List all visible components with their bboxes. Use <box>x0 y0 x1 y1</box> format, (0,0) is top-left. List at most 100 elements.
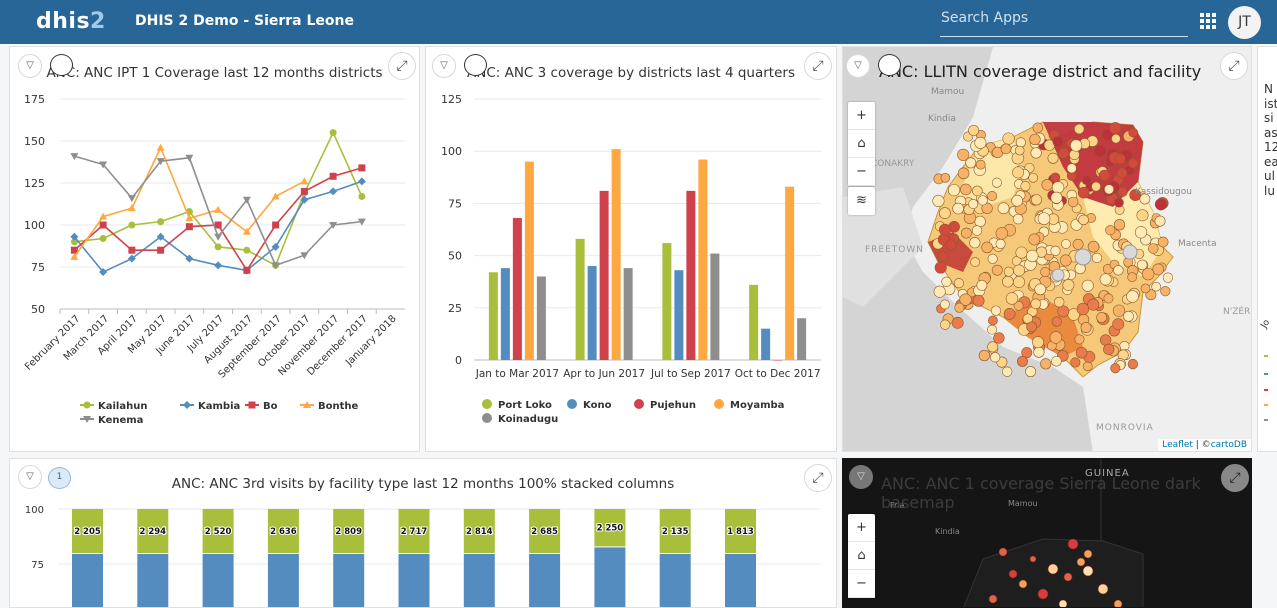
search-apps-input[interactable]: Search Apps <box>940 10 1188 37</box>
facility-point <box>987 191 998 202</box>
apps-grid-icon[interactable] <box>1200 13 1216 29</box>
y-tick-label: 100 <box>24 219 45 232</box>
y-tick-label: 125 <box>24 177 45 190</box>
facility-point <box>971 225 983 236</box>
facility-point <box>940 319 951 330</box>
user-avatar[interactable]: JT <box>1228 6 1261 39</box>
cluster-marker <box>1051 268 1065 282</box>
facility-point <box>1047 152 1059 164</box>
legend-label: Kailahun <box>98 401 147 412</box>
facility-point <box>1002 132 1015 145</box>
bar-chart: 125 100 75 50 25 0 Jan to Mar 2017 Apr to Jun 2… <box>441 93 821 425</box>
instance-title: DHIS 2 Demo - Sierra Leone <box>135 13 355 29</box>
y-tick-label: 100 <box>25 505 44 516</box>
expand-icon[interactable]: ⤢ <box>1221 464 1249 492</box>
dashboard-item-stacked-columns: ANC: ANC 3rd visits by facility type las… <box>9 458 837 608</box>
partial-text: Nistsias12eaullu <box>1264 82 1277 198</box>
facility-point <box>939 207 951 219</box>
map-label-mamou: Mamou <box>931 87 965 97</box>
dashboard-item-ipt-line-chart: ANC: ANC IPT 1 Coverage last 12 months d… <box>9 46 420 452</box>
facility-point <box>987 324 997 335</box>
bar-port-loko <box>662 243 672 360</box>
data-point <box>329 129 337 137</box>
home-icon[interactable]: ⌂ <box>848 542 875 570</box>
bar-kono <box>500 268 510 360</box>
facility-point <box>1119 341 1130 352</box>
leaflet-link[interactable]: Leaflet <box>1162 440 1193 450</box>
facility-point <box>1073 123 1085 135</box>
data-label: 1 813 <box>727 527 754 537</box>
facility-point <box>1011 194 1024 207</box>
y-tick-label: 75 <box>448 197 462 210</box>
facility-point <box>987 253 998 264</box>
facility-point <box>1160 286 1171 297</box>
facility-point <box>1112 304 1126 317</box>
bar-pujehun <box>773 360 783 361</box>
data-point <box>99 221 107 229</box>
facility-point <box>991 264 1003 276</box>
facility-point <box>1087 298 1100 311</box>
facility-point <box>993 332 1005 344</box>
dashboard-item-dark-map: GUINEA Fria Kindia Mamou ANC: ANC 1 cove… <box>842 458 1252 608</box>
bar-kono <box>761 328 771 360</box>
facility-point <box>1123 310 1134 322</box>
stack-segment-bottom <box>137 554 169 607</box>
facility-point <box>1050 172 1061 183</box>
map-label-kassidougou: Kassidougou <box>1135 187 1192 197</box>
facility-point <box>995 227 1009 240</box>
filter-icon[interactable]: ▽ <box>849 465 873 489</box>
facility-point <box>972 185 983 197</box>
data-point <box>329 187 338 196</box>
legend-marker <box>248 401 256 409</box>
comment-bubble-icon[interactable] <box>878 54 901 76</box>
legend-label: Kambia <box>198 401 240 412</box>
facility-point <box>1015 246 1028 259</box>
map-label-kindia: Kindia <box>935 527 960 536</box>
facility-point <box>1080 322 1092 334</box>
facility-point <box>1012 166 1025 179</box>
facility-point <box>1116 167 1128 179</box>
facility-point <box>1049 331 1063 344</box>
y-tick-label: 25 <box>448 302 462 315</box>
map-zoom-controls: + ⌂ − <box>848 514 875 598</box>
y-tick-label: 150 <box>24 135 45 148</box>
zoom-out-button[interactable]: − <box>848 570 875 598</box>
facility-point <box>1103 184 1115 195</box>
facility-point <box>1000 143 1012 155</box>
facility-point <box>1058 147 1070 159</box>
zoom-out-button[interactable]: − <box>848 158 875 186</box>
zoom-in-button[interactable]: + <box>848 514 875 542</box>
bar-moyamba <box>611 149 621 360</box>
facility-point <box>1099 273 1112 286</box>
legend-marker <box>83 401 91 409</box>
facility-point <box>1040 358 1052 370</box>
zoom-in-button[interactable]: + <box>848 102 875 130</box>
legend-label: Moyamba <box>730 400 784 411</box>
bar-koinadugu <box>623 268 633 360</box>
facility-point <box>1105 225 1116 236</box>
facility-point <box>1078 214 1089 226</box>
facility-point <box>1012 213 1024 225</box>
facility-point <box>941 276 952 287</box>
facility-point <box>952 202 964 215</box>
facility-point <box>968 198 979 209</box>
facility-point <box>1029 133 1041 146</box>
legend-label: Koinadugu <box>498 414 558 425</box>
filter-icon[interactable]: ▽ <box>846 54 870 78</box>
facility-point <box>1148 243 1159 254</box>
expand-icon[interactable]: ⤢ <box>1220 52 1248 80</box>
facility-point <box>1032 336 1044 349</box>
facility-point <box>1114 197 1124 208</box>
dhis2-logo[interactable]: dhis2 <box>36 9 106 34</box>
layers-icon[interactable]: ≋ <box>848 187 875 215</box>
facility-point <box>1096 312 1108 323</box>
attribution-separator: | © <box>1192 440 1211 450</box>
dashboard-item-partial: Nistsias12eaullu Jo <box>1257 46 1277 452</box>
home-icon[interactable]: ⌂ <box>848 130 875 158</box>
legend-label: Kenema <box>98 415 143 426</box>
data-point <box>357 177 366 186</box>
data-label: 2 717 <box>401 527 428 537</box>
data-point <box>300 177 309 185</box>
facility-point <box>990 305 1002 316</box>
cartodb-link[interactable]: cartoDB <box>1211 440 1247 450</box>
